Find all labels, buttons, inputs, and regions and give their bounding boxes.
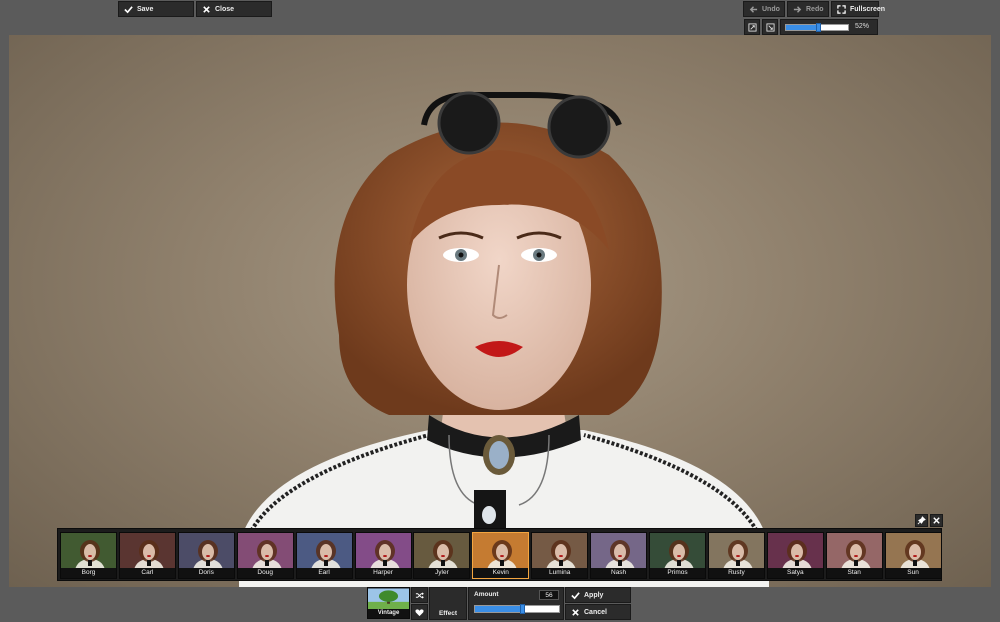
filter-thumb-nash[interactable]: Nash: [590, 532, 648, 579]
fullscreen-button[interactable]: Fullscreen: [831, 1, 885, 17]
zoom-slider-handle[interactable]: [816, 23, 822, 32]
apply-label: Apply: [584, 591, 604, 599]
filter-thumb-primos[interactable]: Primos: [649, 532, 706, 579]
category-thumb[interactable]: Vintage: [367, 587, 410, 619]
filter-label: Kevin: [473, 568, 529, 578]
undo-label: Undo: [762, 5, 780, 13]
filter-label: Lumina: [532, 568, 588, 578]
amount-value: 56: [545, 592, 553, 599]
cancel-label: Cancel: [584, 608, 607, 616]
filter-thumb-carl[interactable]: Carl: [118, 532, 176, 579]
filter-label: Earl: [296, 568, 352, 578]
filter-thumb-kevin[interactable]: Kevin: [472, 532, 530, 579]
filter-preview-image: [532, 533, 588, 570]
filter-preview-image: [414, 533, 470, 570]
filter-preview-image: [826, 533, 882, 570]
expand-icon: [837, 4, 846, 14]
fit-to-screen-button[interactable]: [744, 19, 760, 35]
close-label: Close: [215, 5, 235, 13]
amount-slider-track[interactable]: [474, 604, 560, 614]
apply-button[interactable]: Apply: [565, 587, 631, 603]
close-button[interactable]: Close: [196, 1, 272, 17]
filter-label: Stan: [826, 568, 882, 578]
filter-label: Harper: [355, 568, 411, 578]
filter-preview-image: [237, 533, 293, 570]
filter-label: Primos: [650, 568, 705, 578]
shuffle-icon: [415, 591, 424, 599]
filter-preview-image: [473, 533, 529, 570]
filter-strip: Borg Carl Doris Doug Earl Harper Jyler Kevin Lum…: [57, 528, 942, 581]
filter-preview-image: [885, 533, 941, 570]
filter-preview-image: [296, 533, 352, 570]
photo-canvas[interactable]: [9, 35, 991, 587]
x-icon: [933, 517, 940, 524]
filter-label: Doris: [178, 568, 234, 578]
filter-thumb-sun[interactable]: Sun: [884, 532, 942, 579]
amount-value-field[interactable]: 56: [539, 590, 559, 600]
filter-preview-image: [650, 533, 705, 570]
save-button[interactable]: Save: [118, 1, 194, 17]
filter-preview-image: [591, 533, 647, 570]
heart-icon: [415, 608, 424, 616]
amount-slider-handle[interactable]: [520, 604, 526, 614]
filter-thumb-jyler[interactable]: Jyler: [413, 532, 471, 579]
zoom-control: 52%: [780, 19, 878, 35]
pin-strip-button[interactable]: [915, 514, 928, 527]
redo-button[interactable]: Redo: [787, 1, 829, 17]
fit-icon: [747, 22, 757, 32]
filter-thumb-rusty[interactable]: Rusty: [707, 532, 765, 579]
filter-label: Jyler: [414, 568, 470, 578]
filter-thumb-harper[interactable]: Harper: [354, 532, 412, 579]
filter-thumb-satya[interactable]: Satya: [766, 532, 824, 579]
save-label: Save: [137, 5, 154, 13]
zoom-slider-fill: [786, 25, 819, 30]
check-icon: [124, 5, 133, 13]
check-icon: [571, 591, 580, 599]
actual-size-icon: [765, 22, 775, 32]
shuffle-button[interactable]: [411, 587, 428, 603]
zoom-slider-track[interactable]: [785, 23, 849, 32]
cancel-button[interactable]: Cancel: [565, 604, 631, 620]
filter-label: Sun: [885, 568, 941, 578]
filter-label: Carl: [119, 568, 175, 578]
filter-preview-image: [767, 533, 823, 570]
arrow-right-icon: [793, 5, 802, 13]
amount-slider-fill: [475, 606, 523, 612]
filter-thumb-doug[interactable]: Doug: [236, 532, 294, 579]
filter-preview-image: [708, 533, 764, 570]
amount-panel: Amount 56: [468, 587, 564, 620]
zoom-percent: 52%: [854, 23, 869, 30]
filter-preview-image: [178, 533, 234, 570]
x-icon: [572, 608, 579, 616]
filter-label: Satya: [767, 568, 823, 578]
actual-size-button[interactable]: [762, 19, 778, 35]
filter-label: Rusty: [708, 568, 764, 578]
x-icon: [203, 5, 210, 13]
redo-label: Redo: [806, 5, 824, 13]
amount-label: Amount: [474, 591, 499, 598]
filter-label: Borg: [61, 568, 116, 578]
filter-thumb-doris[interactable]: Doris: [177, 532, 235, 579]
filter-thumb-stan[interactable]: Stan: [825, 532, 883, 579]
filter-preview-image: [61, 533, 116, 570]
pin-icon: [917, 516, 926, 525]
effect-label: Effect: [438, 610, 458, 617]
filter-preview-image: [355, 533, 411, 570]
filter-preview-image: [119, 533, 175, 570]
filter-thumb-borg[interactable]: Borg: [60, 532, 117, 579]
filter-thumb-lumina[interactable]: Lumina: [531, 532, 589, 579]
close-strip-button[interactable]: [930, 514, 943, 527]
undo-button[interactable]: Undo: [743, 1, 785, 17]
filter-label: Nash: [591, 568, 647, 578]
arrow-left-icon: [749, 5, 758, 13]
favorite-button[interactable]: [411, 604, 428, 620]
category-label: Vintage: [368, 609, 409, 618]
filter-label: Doug: [237, 568, 293, 578]
effect-tab[interactable]: Effect: [429, 587, 467, 620]
tree-thumbnail-icon: [368, 588, 409, 610]
fullscreen-label: Fullscreen: [850, 5, 886, 13]
portrait-photo: [239, 91, 769, 587]
filter-thumb-earl[interactable]: Earl: [295, 532, 353, 579]
